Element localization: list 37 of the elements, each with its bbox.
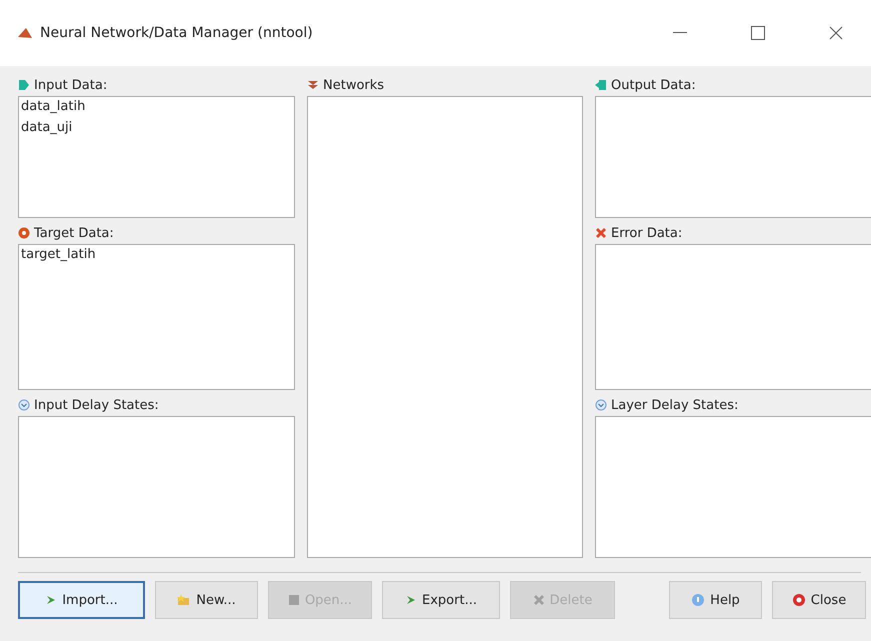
close-icon	[792, 593, 806, 607]
minimize-icon[interactable]	[673, 32, 687, 34]
arrow-icon	[405, 594, 418, 606]
arrow-icon	[45, 594, 58, 606]
list-item[interactable]: data_uji	[21, 120, 292, 135]
panel-label: Target Data:	[34, 226, 114, 240]
data-list[interactable]	[18, 416, 295, 558]
data-list[interactable]: target_latih	[18, 244, 295, 390]
list-item[interactable]: target_latih	[21, 247, 292, 262]
network-icon	[307, 79, 319, 91]
error-icon	[595, 227, 607, 239]
window-title: Neural Network/Data Manager (nntool)	[40, 25, 314, 41]
app-logo-icon	[18, 27, 32, 39]
panel-label: Input Data:	[34, 78, 108, 92]
help-icon	[691, 593, 706, 607]
delay-icon	[595, 399, 607, 411]
data-list[interactable]: data_latih data_uji	[18, 96, 295, 218]
target-icon	[18, 227, 30, 239]
star-folder-icon	[177, 594, 192, 606]
help-button[interactable]: Help	[669, 581, 762, 619]
input-arrow-icon	[18, 79, 30, 91]
import-button[interactable]: Import...	[18, 581, 145, 619]
delay-icon	[18, 399, 30, 411]
panel-label: Input Delay States:	[34, 398, 159, 412]
new-button[interactable]: New...	[155, 581, 258, 619]
panel-label: Error Data:	[611, 226, 682, 240]
panel-label: Networks	[323, 78, 384, 92]
list-item[interactable]: data_latih	[21, 99, 292, 114]
panel-label: Layer Delay States:	[611, 398, 738, 412]
maximize-icon[interactable]	[751, 26, 765, 40]
close-icon[interactable]	[829, 26, 843, 40]
output-arrow-icon	[595, 79, 607, 91]
panel-label: Output Data:	[611, 78, 696, 92]
delete-icon	[532, 594, 545, 606]
export-button[interactable]: Export...	[382, 581, 500, 619]
document-icon	[288, 594, 300, 606]
close-button[interactable]: Close	[772, 581, 866, 619]
